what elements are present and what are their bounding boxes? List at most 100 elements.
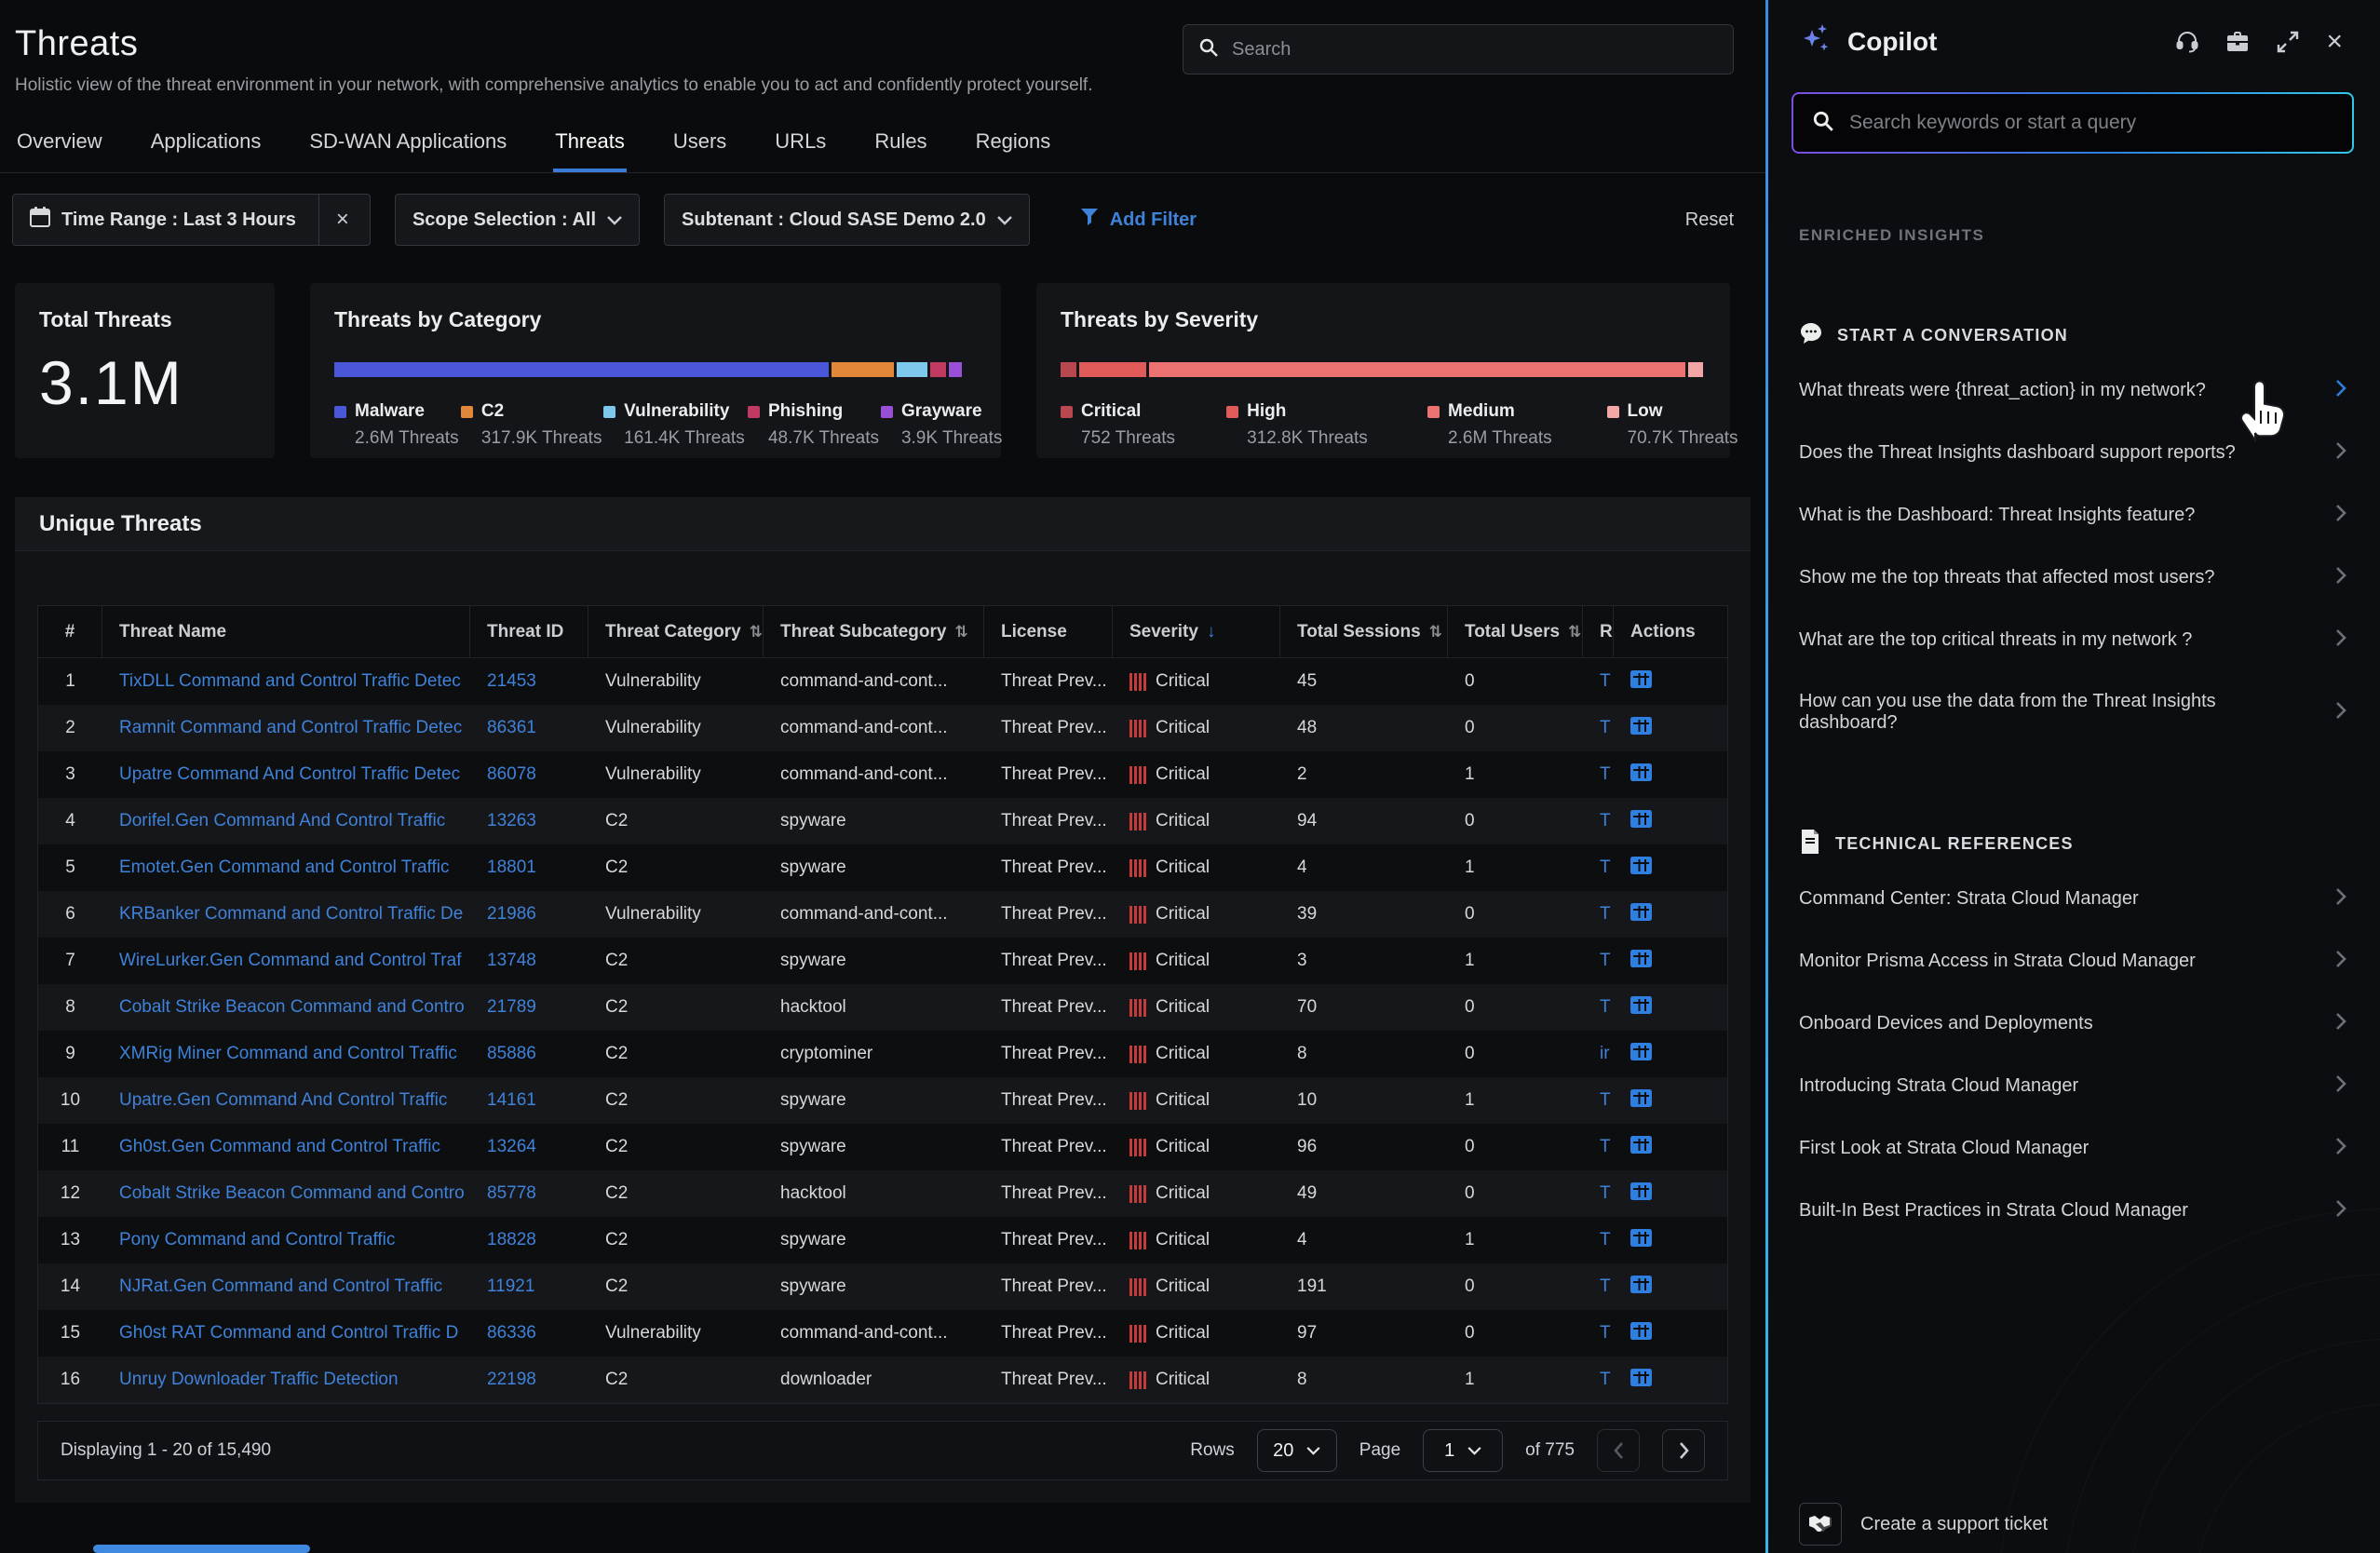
column-header-r[interactable]: R	[1583, 606, 1614, 657]
threat-name-link[interactable]: Unruy Downloader Traffic Detection	[119, 1370, 399, 1389]
column-header-threat-id[interactable]: Threat ID	[470, 606, 588, 657]
threat-id-link[interactable]: 85886	[487, 1044, 536, 1063]
table-action-icon[interactable]	[1630, 1322, 1652, 1345]
rows-per-page-select[interactable]: 20	[1257, 1429, 1337, 1472]
briefcase-icon[interactable]	[2225, 30, 2250, 54]
create-support-ticket[interactable]: Create a support ticket	[1799, 1503, 2048, 1546]
threat-id-link[interactable]: 21453	[487, 671, 536, 691]
copilot-suggestion[interactable]: Show me the top threats that affected mo…	[1799, 547, 2346, 609]
table-action-icon[interactable]	[1630, 857, 1652, 880]
reset-button[interactable]: Reset	[1685, 209, 1734, 231]
threat-id-link[interactable]: 85778	[487, 1183, 536, 1203]
threat-id-link[interactable]: 14161	[487, 1090, 536, 1110]
table-action-icon[interactable]	[1630, 810, 1652, 833]
sort-icon[interactable]: ⇅	[1568, 623, 1581, 641]
page-select[interactable]: 1	[1423, 1429, 1503, 1472]
ref-link[interactable]: T	[1600, 1323, 1611, 1343]
table-action-icon[interactable]	[1630, 763, 1652, 787]
copilot-suggestion[interactable]: How can you use the data from the Threat…	[1799, 671, 2346, 753]
threat-name-link[interactable]: Gh0st.Gen Command and Control Traffic	[119, 1137, 440, 1156]
table-action-icon[interactable]	[1630, 1043, 1652, 1066]
ref-link[interactable]: ir	[1600, 1044, 1610, 1063]
ref-link[interactable]: T	[1600, 1230, 1611, 1249]
threat-id-link[interactable]: 13263	[487, 811, 536, 831]
ref-link[interactable]: T	[1600, 997, 1611, 1017]
ref-link[interactable]: T	[1600, 811, 1611, 831]
previous-page-button[interactable]	[1597, 1429, 1640, 1472]
threat-id-link[interactable]: 13264	[487, 1137, 536, 1156]
assistant-headset-icon[interactable]	[2175, 30, 2199, 54]
ref-link[interactable]: T	[1600, 764, 1611, 784]
copilot-suggestion[interactable]: What is the Dashboard: Threat Insights f…	[1799, 484, 2346, 547]
threat-id-link[interactable]: 86078	[487, 764, 536, 784]
tab-applications[interactable]: Applications	[149, 118, 264, 172]
sort-icon[interactable]: ⇅	[750, 623, 763, 641]
threat-id-link[interactable]: 21789	[487, 997, 536, 1017]
tab-rules[interactable]: Rules	[872, 118, 928, 172]
scope-selection-filter[interactable]: Scope Selection : All	[395, 194, 640, 246]
table-action-icon[interactable]	[1630, 1369, 1652, 1392]
copilot-suggestion[interactable]: Onboard Devices and Deployments	[1799, 993, 2346, 1055]
threat-name-link[interactable]: Cobalt Strike Beacon Command and Contro	[119, 1183, 465, 1203]
ref-link[interactable]: T	[1600, 1370, 1611, 1389]
search-input[interactable]	[1232, 39, 1718, 61]
column-header-threat-name[interactable]: Threat Name	[102, 606, 470, 657]
tab-sd-wan-applications[interactable]: SD-WAN Applications	[307, 118, 508, 172]
tab-overview[interactable]: Overview	[15, 118, 104, 172]
copilot-suggestion[interactable]: What are the top critical threats in my …	[1799, 609, 2346, 671]
table-action-icon[interactable]	[1630, 1136, 1652, 1159]
sort-icon[interactable]: ⇅	[954, 623, 967, 641]
threat-name-link[interactable]: Upatre.Gen Command And Control Traffic	[119, 1090, 447, 1110]
threat-name-link[interactable]: Ramnit Command and Control Traffic Detec	[119, 718, 462, 737]
column-header-[interactable]: #	[38, 606, 102, 657]
table-action-icon[interactable]	[1630, 903, 1652, 926]
table-action-icon[interactable]	[1630, 1089, 1652, 1113]
tab-threats[interactable]: Threats	[553, 118, 627, 172]
expand-icon[interactable]	[2276, 30, 2300, 54]
copilot-suggestion[interactable]: Command Center: Strata Cloud Manager	[1799, 868, 2346, 930]
table-action-icon[interactable]	[1630, 670, 1652, 694]
ref-link[interactable]: T	[1600, 718, 1611, 737]
copilot-suggestion[interactable]: First Look at Strata Cloud Manager	[1799, 1117, 2346, 1180]
table-action-icon[interactable]	[1630, 717, 1652, 740]
threat-name-link[interactable]: Dorifel.Gen Command And Control Traffic	[119, 811, 445, 831]
ref-link[interactable]: T	[1600, 904, 1611, 924]
remove-time-filter-icon[interactable]: ×	[332, 207, 353, 233]
table-action-icon[interactable]	[1630, 1276, 1652, 1299]
column-header-threat-category[interactable]: Threat Category⇅	[588, 606, 764, 657]
threat-name-link[interactable]: Gh0st RAT Command and Control Traffic D	[119, 1323, 458, 1343]
horizontal-scrollbar-thumb[interactable]	[93, 1545, 310, 1553]
table-action-icon[interactable]	[1630, 1229, 1652, 1252]
copilot-suggestion[interactable]: Monitor Prisma Access in Strata Cloud Ma…	[1799, 930, 2346, 993]
threat-name-link[interactable]: NJRat.Gen Command and Control Traffic	[119, 1276, 442, 1296]
ref-link[interactable]: T	[1600, 951, 1611, 970]
copilot-search-input[interactable]	[1849, 112, 2333, 134]
ref-link[interactable]: T	[1600, 1276, 1611, 1296]
ref-link[interactable]: T	[1600, 1137, 1611, 1156]
threat-name-link[interactable]: XMRig Miner Command and Control Traffic	[119, 1044, 457, 1063]
ref-link[interactable]: T	[1600, 1090, 1611, 1110]
threat-name-link[interactable]: KRBanker Command and Control Traffic De	[119, 904, 463, 924]
copilot-suggestion[interactable]: Built-In Best Practices in Strata Cloud …	[1799, 1180, 2346, 1242]
next-page-button[interactable]	[1662, 1429, 1705, 1472]
column-header-threat-subcategory[interactable]: Threat Subcategory⇅	[764, 606, 984, 657]
threat-id-link[interactable]: 13748	[487, 951, 536, 970]
threat-name-link[interactable]: Upatre Command And Control Traffic Detec	[119, 764, 460, 784]
copilot-search[interactable]	[1792, 92, 2354, 154]
ref-link[interactable]: T	[1600, 858, 1611, 877]
tab-urls[interactable]: URLs	[773, 118, 828, 172]
ref-link[interactable]: T	[1600, 671, 1611, 691]
column-header-total-users[interactable]: Total Users⇅	[1448, 606, 1583, 657]
threat-name-link[interactable]: TixDLL Command and Control Traffic Detec	[119, 671, 461, 691]
tab-users[interactable]: Users	[671, 118, 728, 172]
table-action-icon[interactable]	[1630, 996, 1652, 1020]
threat-id-link[interactable]: 22198	[487, 1370, 536, 1389]
threat-id-link[interactable]: 86336	[487, 1323, 536, 1343]
threat-id-link[interactable]: 21986	[487, 904, 536, 924]
column-header-license[interactable]: License	[984, 606, 1113, 657]
copilot-suggestion[interactable]: Introducing Strata Cloud Manager	[1799, 1055, 2346, 1117]
threat-id-link[interactable]: 18801	[487, 858, 536, 877]
global-search[interactable]	[1183, 24, 1734, 74]
threat-name-link[interactable]: Emotet.Gen Command and Control Traffic	[119, 858, 449, 877]
threat-name-link[interactable]: Cobalt Strike Beacon Command and Contro	[119, 997, 465, 1017]
